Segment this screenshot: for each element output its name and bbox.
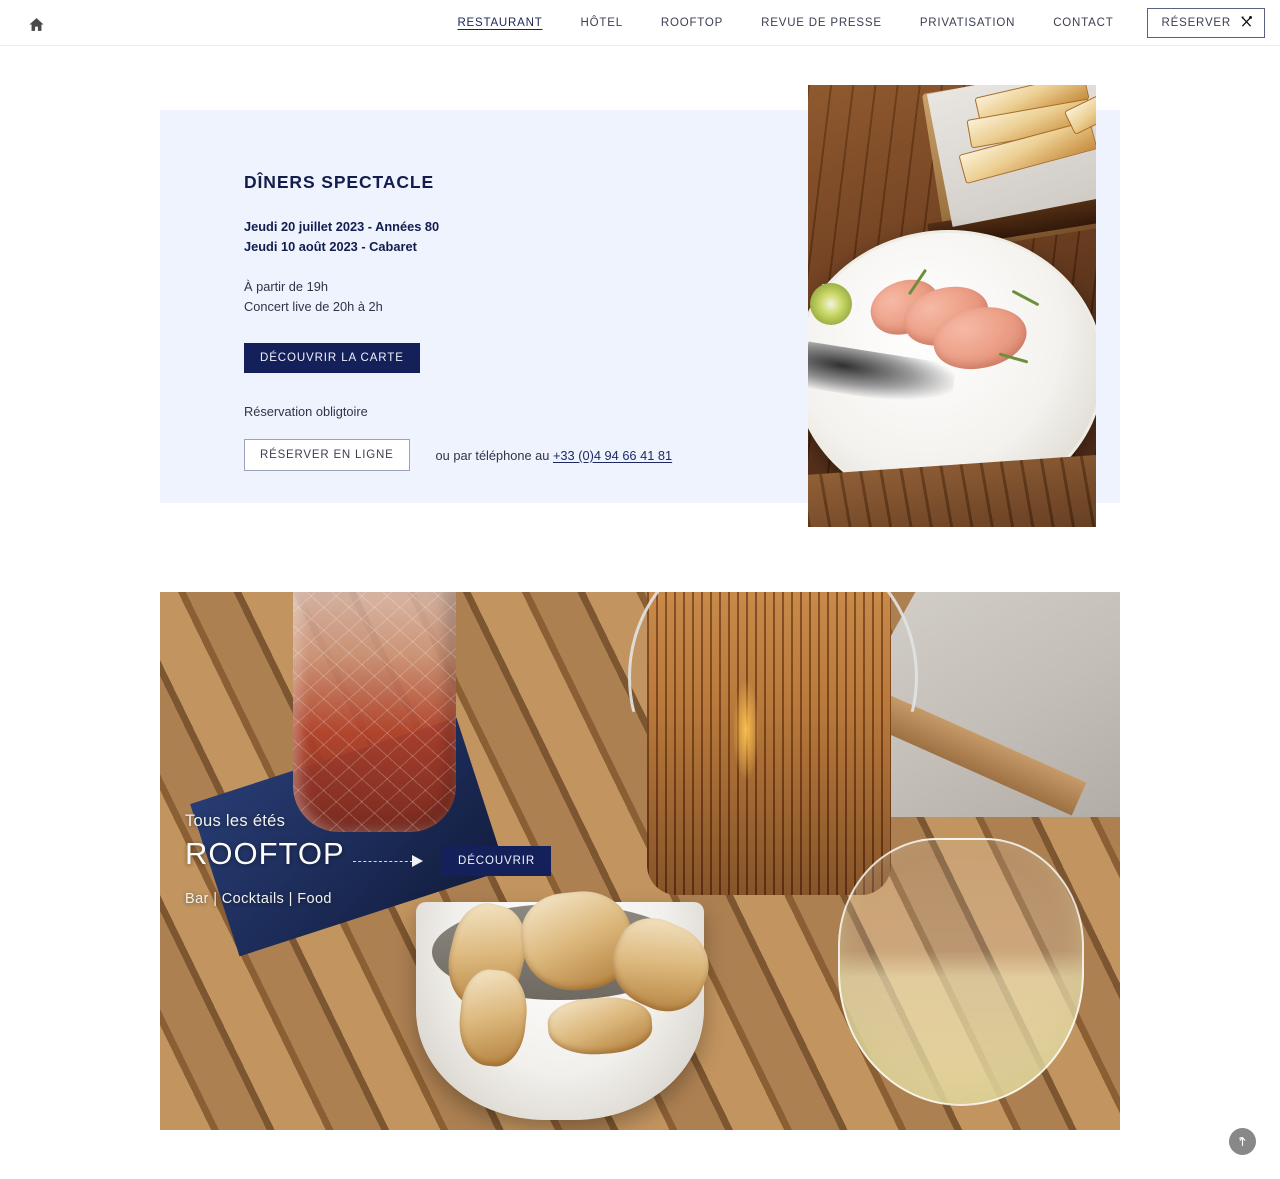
nav-item-hotel[interactable]: HÔTEL	[562, 17, 642, 29]
arrow-head-icon	[412, 855, 423, 867]
rooftop-discover-button[interactable]: DÉCOUVRIR	[442, 846, 552, 876]
header-reserve-button[interactable]: RÉSERVER	[1146, 8, 1265, 38]
cutlery-icon	[1240, 15, 1253, 31]
phone-prefix-label: ou par téléphone au	[435, 447, 553, 463]
rooftop-kicker: Tous les étés	[185, 812, 286, 830]
diners-hours: À partir de 19h Concert live de 20h à 2h	[244, 277, 764, 317]
site-header: RESTAURANT HÔTEL ROOFTOP REVUE DE PRESSE…	[0, 0, 1280, 46]
diners-date-2: Jeudi 10 août 2023 - Cabaret	[244, 239, 417, 254]
reservation-row: RÉSERVER EN LIGNE ou par téléphone au +3…	[244, 439, 764, 471]
kiwi-slice	[810, 283, 852, 325]
main-navigation: RESTAURANT HÔTEL ROOFTOP REVUE DE PRESSE…	[438, 0, 1265, 46]
crystal-cut-pattern	[293, 592, 456, 832]
discover-menu-button[interactable]: DÉCOUVRIR LA CARTE	[244, 343, 420, 373]
phone-info: ou par téléphone au +33 (0)4 94 66 41 81	[436, 448, 673, 463]
reserve-online-button[interactable]: RÉSERVER EN LIGNE	[244, 439, 410, 471]
home-icon[interactable]	[26, 14, 46, 34]
cocktail-glass	[293, 592, 456, 832]
dashed-arrow-line-icon	[353, 860, 413, 862]
diners-date-1: Jeudi 20 juillet 2023 - Années 80	[244, 219, 440, 234]
nav-item-restaurant[interactable]: RESTAURANT	[438, 17, 561, 29]
rooftop-subtitle: Bar | Cocktails | Food	[185, 891, 332, 907]
diners-concert-time: Concert live de 20h à 2h	[244, 299, 383, 314]
diners-dates: Jeudi 20 juillet 2023 - Années 80 Jeudi …	[244, 217, 764, 257]
scroll-to-top-button[interactable]	[1229, 1128, 1256, 1155]
arrow-up-icon	[1235, 1133, 1250, 1151]
foie-gras-plate-photo	[808, 85, 1096, 527]
nav-item-contact[interactable]: CONTACT	[1034, 17, 1132, 29]
nav-item-privatisation[interactable]: PRIVATISATION	[901, 17, 1034, 29]
reservation-required-note: Réservation obligtoire	[244, 404, 368, 419]
white-wine-glass	[838, 838, 1084, 1106]
rooftop-cta-row: DÉCOUVRIR	[353, 846, 552, 876]
nav-item-rooftop[interactable]: ROOFTOP	[642, 17, 742, 29]
diners-start-time: À partir de 19h	[244, 279, 328, 294]
header-reserve-label: RÉSERVER	[1161, 17, 1231, 29]
nav-item-revue-de-presse[interactable]: REVUE DE PRESSE	[742, 17, 901, 29]
page-title: DÎNERS SPECTACLE	[244, 172, 435, 192]
phone-number-link[interactable]: +33 (0)4 94 66 41 81	[553, 448, 672, 463]
diners-spectacle-content: DÎNERS SPECTACLE Jeudi 20 juillet 2023 -…	[244, 172, 764, 471]
